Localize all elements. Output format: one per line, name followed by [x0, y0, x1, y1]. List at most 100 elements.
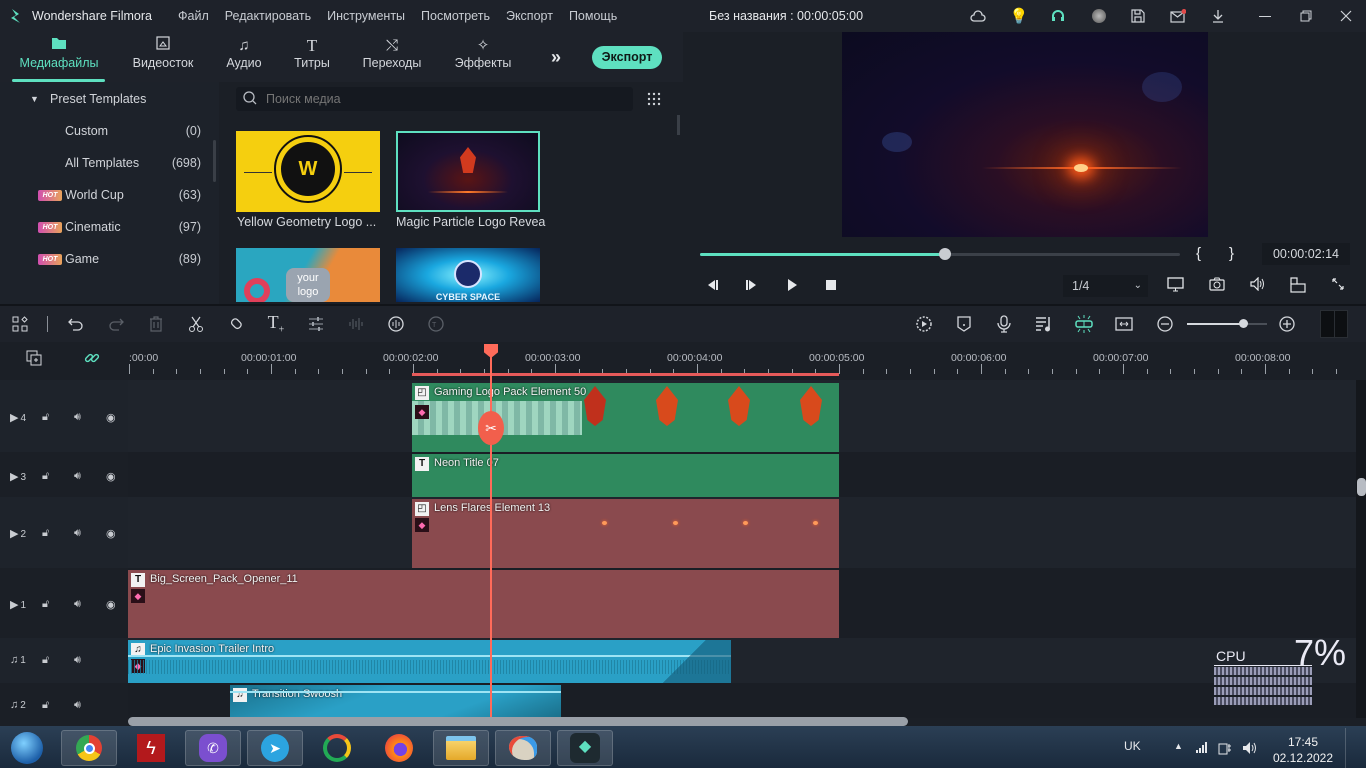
mute-icon[interactable]: 🔊︎: [74, 470, 81, 483]
sidebar-item-world-cup[interactable]: HOT World Cup (63): [0, 184, 210, 208]
lock-icon[interactable]: 🔓︎: [42, 699, 49, 712]
speech-to-text-icon[interactable]: T: [426, 314, 446, 334]
firefox-icon[interactable]: [371, 730, 427, 766]
layout-switch-button[interactable]: [1320, 310, 1348, 338]
media-thumb-magic-particle[interactable]: [396, 131, 540, 212]
lock-icon[interactable]: 🔓︎: [42, 527, 49, 540]
snap-icon[interactable]: [1074, 314, 1094, 334]
download-icon[interactable]: [1209, 7, 1227, 25]
lock-icon[interactable]: 🔓︎: [42, 411, 49, 424]
viber-icon[interactable]: ✆: [185, 730, 241, 766]
microphone-icon[interactable]: [994, 314, 1014, 334]
clip-transition-swoosh[interactable]: ♫ Transition Swoosh: [230, 685, 561, 718]
sidebar-group-preset-templates[interactable]: ▼ Preset Templates: [0, 88, 210, 112]
preview-quality-select[interactable]: 1/4 ⌄: [1063, 275, 1148, 297]
mute-icon[interactable]: 🔊︎: [74, 598, 81, 611]
mute-icon[interactable]: 🔊︎: [74, 699, 81, 712]
flash-icon[interactable]: ϟ: [123, 730, 179, 766]
play-button[interactable]: [783, 278, 801, 294]
sidebar-scrollbar[interactable]: [213, 140, 216, 182]
tab-media[interactable]: Медиафайлы: [14, 36, 104, 70]
display-settings-icon[interactable]: [1167, 277, 1185, 293]
zoom-slider-handle[interactable]: [1239, 319, 1248, 328]
speedometer-icon[interactable]: [309, 730, 365, 766]
speaker-icon[interactable]: [1242, 741, 1258, 758]
mute-icon[interactable]: 🔊︎: [74, 527, 81, 540]
telegram-icon[interactable]: ➤: [247, 730, 303, 766]
playback-scrubber[interactable]: [700, 248, 1180, 260]
file-explorer-icon[interactable]: [433, 730, 489, 766]
tab-titles[interactable]: T Титры: [290, 36, 334, 70]
tab-audio[interactable]: ♫ Аудио: [222, 36, 266, 70]
audio-stretch-icon[interactable]: [386, 314, 406, 334]
menu-tools[interactable]: Инструменты: [327, 9, 405, 23]
eye-icon[interactable]: ◉: [106, 411, 116, 424]
lock-icon[interactable]: 🔓︎: [42, 470, 49, 483]
link-icon[interactable]: [84, 350, 100, 369]
playhead-line[interactable]: [490, 346, 492, 718]
scrubber-handle[interactable]: [938, 248, 951, 260]
tray-expand-icon[interactable]: ▲: [1174, 741, 1183, 751]
menu-view[interactable]: Посмотреть: [421, 9, 490, 23]
lock-icon[interactable]: 🔓︎: [42, 598, 49, 611]
clip-gaming-logo-pack[interactable]: ◰ Gaming Logo Pack Element 50 ◆: [412, 383, 839, 452]
avatar-icon[interactable]: [1090, 7, 1108, 25]
close-button[interactable]: [1337, 7, 1355, 25]
filmora-taskbar-icon[interactable]: ◆: [557, 730, 613, 766]
language-indicator[interactable]: UK: [1124, 739, 1141, 753]
pip-icon[interactable]: [1289, 277, 1307, 293]
cloud-icon[interactable]: [969, 7, 987, 25]
tab-stock[interactable]: Видеосток: [130, 36, 196, 70]
sidebar-item-cinematic[interactable]: HOT Cinematic (97): [0, 216, 210, 240]
media-thumb-cyber-space[interactable]: CYBER SPACE: [396, 248, 540, 302]
search-input[interactable]: [266, 91, 616, 107]
next-frame-button[interactable]: [743, 278, 761, 294]
lock-icon[interactable]: 🔓︎: [42, 654, 49, 667]
power-icon[interactable]: [1218, 741, 1232, 758]
tab-effects[interactable]: ✧ Эффекты: [452, 36, 514, 70]
timeline-zoom-slider[interactable]: [1187, 319, 1267, 328]
minimize-button[interactable]: [1256, 7, 1274, 25]
add-track-icon[interactable]: [26, 350, 42, 369]
zoom-out-icon[interactable]: [1155, 314, 1175, 334]
menu-export[interactable]: Экспорт: [506, 9, 553, 23]
adjust-icon[interactable]: [306, 314, 326, 334]
zoom-in-icon[interactable]: [1277, 314, 1297, 334]
sidebar-item-custom[interactable]: Custom (0): [0, 120, 210, 144]
eye-icon[interactable]: ◉: [106, 470, 116, 483]
sidebar-item-all-templates[interactable]: All Templates (698): [0, 152, 210, 176]
menu-file[interactable]: Файл: [178, 9, 209, 23]
clip-epic-invasion[interactable]: ♫ Epic Invasion Trailer Intro ◆: [128, 640, 731, 683]
timeline-horizontal-scrollbar[interactable]: [128, 717, 908, 726]
audio-mixer-icon[interactable]: [1034, 314, 1054, 334]
vertical-scroll-handle[interactable]: [1357, 478, 1366, 496]
fit-timeline-icon[interactable]: [1114, 314, 1134, 334]
clip-big-screen-opener[interactable]: T Big_Screen_Pack_Opener_11 ◆: [128, 570, 839, 638]
media-scrollbar[interactable]: [677, 115, 680, 135]
eye-icon[interactable]: ◉: [106, 527, 116, 540]
mute-icon[interactable]: 🔊︎: [74, 411, 81, 424]
mute-icon[interactable]: 🔊︎: [74, 654, 81, 667]
timeline-vertical-scrollbar[interactable]: [1356, 380, 1366, 718]
signal-icon[interactable]: [1195, 741, 1209, 756]
mail-icon[interactable]: [1169, 7, 1187, 25]
mark-in-button[interactable]: {: [1196, 245, 1201, 262]
clip-lens-flares[interactable]: ◰ Lens Flares Element 13 ◆: [412, 499, 839, 568]
mark-out-button[interactable]: }: [1229, 245, 1234, 262]
cut-icon[interactable]: [186, 314, 206, 334]
paint-icon[interactable]: [495, 730, 551, 766]
volume-icon[interactable]: [1249, 276, 1267, 293]
menu-edit[interactable]: Редактировать: [225, 9, 311, 23]
prev-frame-button[interactable]: [703, 278, 721, 294]
sidebar-item-game[interactable]: HOT Game (89): [0, 248, 210, 272]
system-clock[interactable]: 17:45 02.12.2022: [1268, 734, 1338, 766]
render-preview-icon[interactable]: [914, 314, 934, 334]
marker-icon[interactable]: [954, 314, 974, 334]
stop-button[interactable]: [822, 278, 840, 294]
more-tabs-icon[interactable]: »: [551, 47, 561, 68]
export-button[interactable]: Экспорт: [592, 46, 662, 69]
media-thumb-your-logo[interactable]: your logo: [236, 248, 380, 302]
start-button[interactable]: [2, 730, 52, 766]
snapshot-icon[interactable]: [1208, 277, 1226, 293]
restore-button[interactable]: [1297, 7, 1315, 25]
